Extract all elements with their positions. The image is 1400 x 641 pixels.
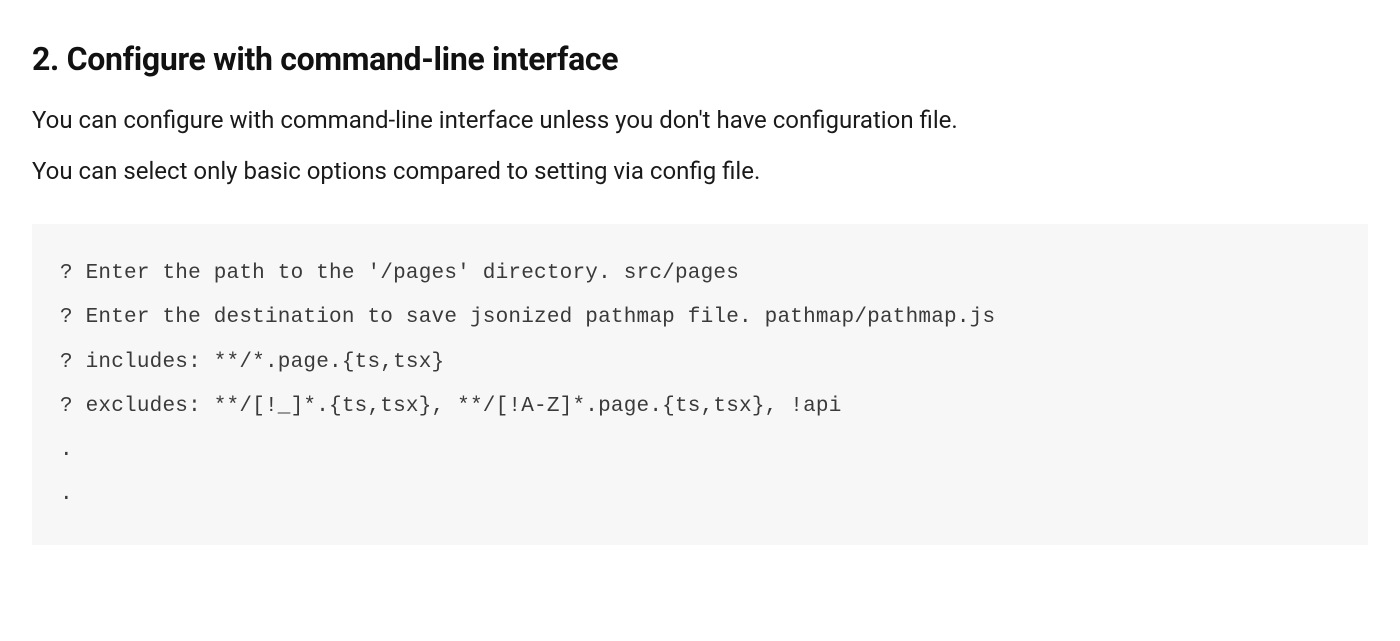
code-line: ? Enter the path to the '/pages' directo… [60,252,1340,296]
code-line: ? includes: **/*.page.{ts,tsx} [60,341,1340,385]
section-paragraph: You can configure with command-line inte… [32,102,1368,139]
code-line: ? excludes: **/[!_]*.{ts,tsx}, **/[!A-Z]… [60,385,1340,429]
code-line: . [60,429,1340,473]
code-line: . [60,473,1340,517]
code-block: ? Enter the path to the '/pages' directo… [32,224,1368,545]
code-line: ? Enter the destination to save jsonized… [60,296,1340,340]
section-paragraph: You can select only basic options compar… [32,153,1368,190]
section-heading: 2. Configure with command-line interface [32,40,1368,78]
